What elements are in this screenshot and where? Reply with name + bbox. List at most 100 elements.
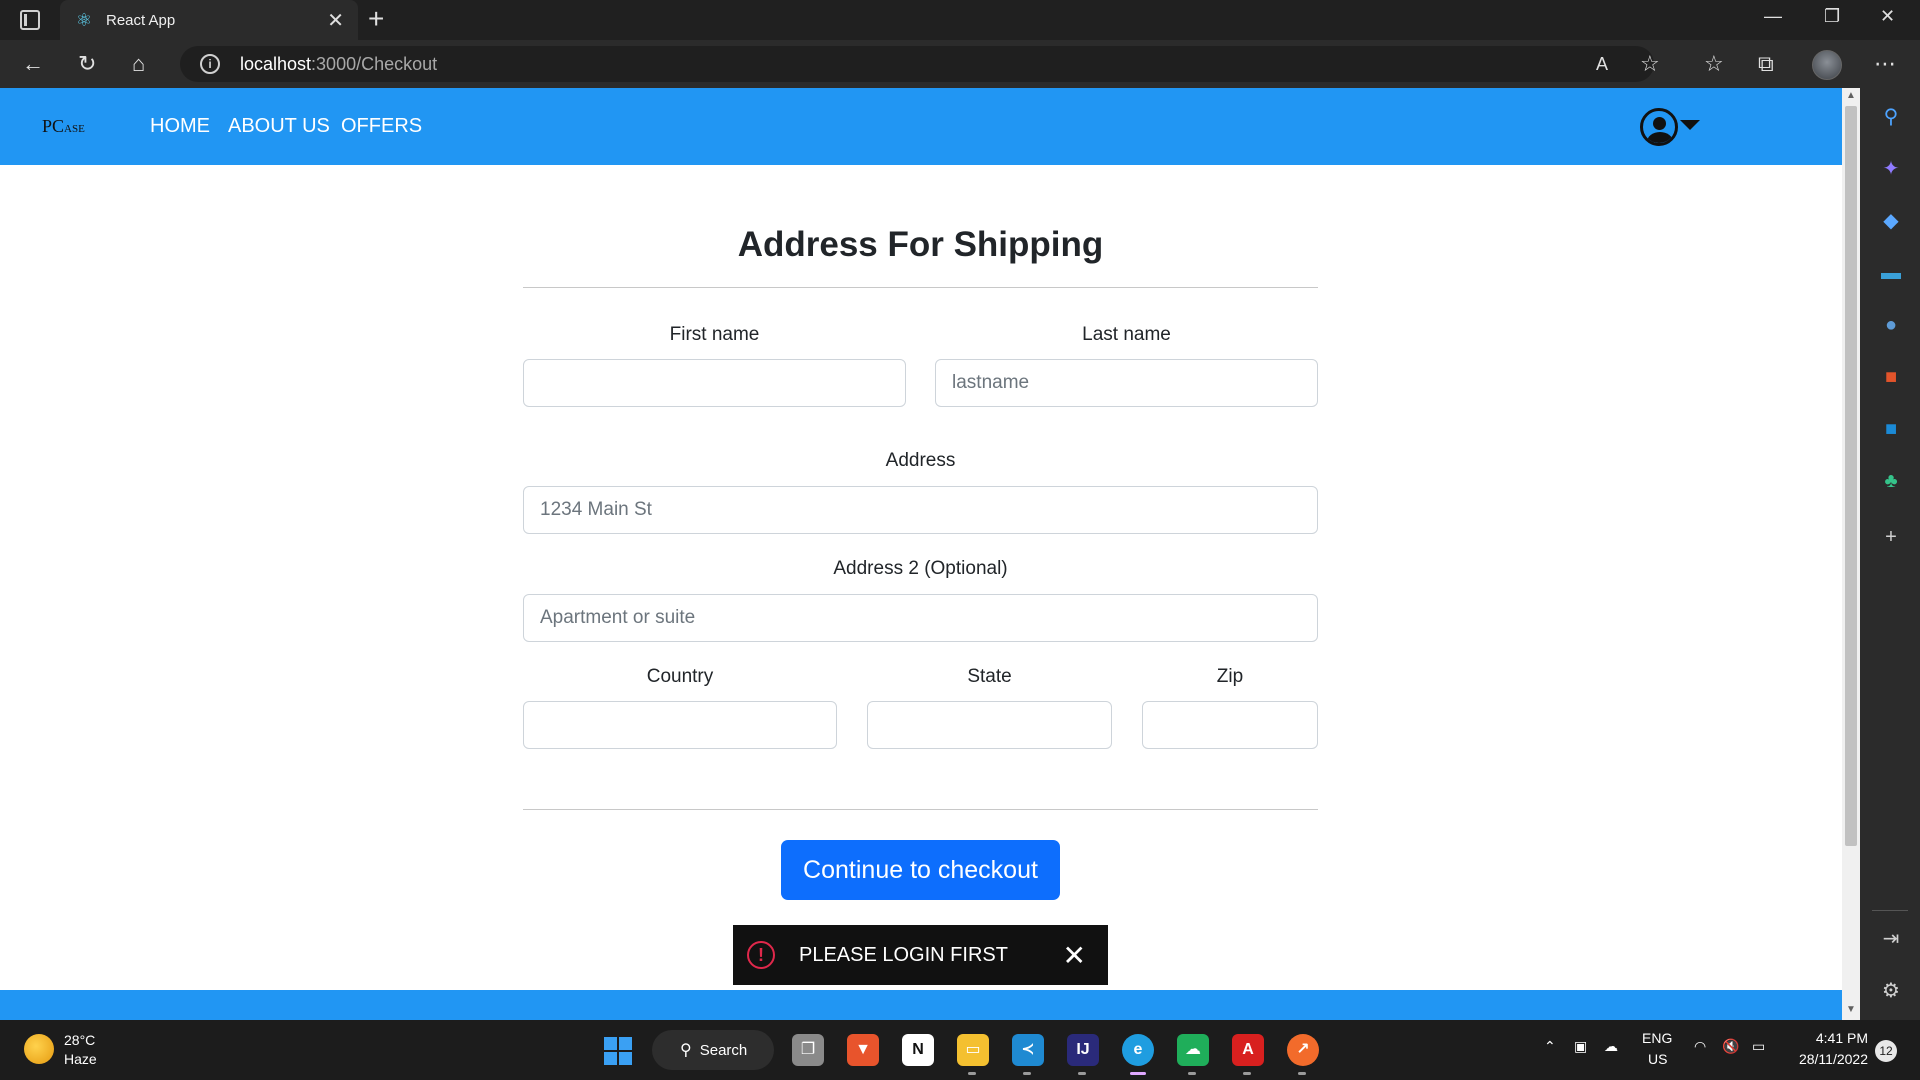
- running-indicator: [1078, 1072, 1086, 1075]
- user-icon: [1640, 108, 1678, 146]
- weather-icon[interactable]: [24, 1034, 54, 1064]
- state-input[interactable]: [867, 701, 1112, 749]
- read-aloud-icon[interactable]: A: [1596, 50, 1608, 78]
- address-bar[interactable]: i localhost:3000/Checkout: [180, 46, 1654, 82]
- scroll-thumb[interactable]: [1845, 106, 1857, 846]
- toast-close-icon[interactable]: ✕: [1063, 939, 1086, 972]
- language-top[interactable]: ENG: [1642, 1030, 1672, 1046]
- tray-overflow-icon[interactable]: ⌃: [1544, 1038, 1556, 1055]
- url-path: :3000/Checkout: [311, 53, 438, 74]
- task-view-icon[interactable]: ❐: [792, 1034, 824, 1066]
- new-tab-icon[interactable]: +: [368, 4, 384, 34]
- more-menu-icon[interactable]: ⋯: [1874, 50, 1896, 78]
- taskbar-search-label: Search: [699, 1041, 748, 1059]
- sidebar-tools-icon[interactable]: ▬: [1880, 262, 1902, 284]
- brand-logo[interactable]: PCASE: [42, 116, 85, 137]
- edge-browser-icon[interactable]: e: [1122, 1034, 1154, 1066]
- battery-icon[interactable]: ▭: [1752, 1038, 1765, 1055]
- nav-offers[interactable]: OFFERS: [341, 115, 422, 138]
- page-footer: [0, 990, 1842, 1020]
- acrobat-icon[interactable]: A: [1232, 1034, 1264, 1066]
- tray-app-icon[interactable]: ▣: [1574, 1038, 1587, 1055]
- refresh-icon[interactable]: ↻: [78, 50, 96, 78]
- url-host: localhost: [240, 53, 312, 74]
- restore-icon[interactable]: ❐: [1824, 6, 1840, 27]
- state-label: State: [967, 666, 1012, 687]
- browser-titlebar: ⚛ React App ✕ + — ❐ ✕: [0, 0, 1920, 40]
- clock-time[interactable]: 4:41 PM: [1780, 1030, 1868, 1046]
- sidebar-copilot-icon[interactable]: ✦: [1880, 158, 1902, 180]
- country-label: Country: [646, 666, 714, 687]
- sidebar-tree-icon[interactable]: ♣: [1880, 470, 1902, 492]
- browser-tab[interactable]: ⚛ React App ✕: [60, 0, 358, 40]
- vscode-icon[interactable]: ≺: [1012, 1034, 1044, 1066]
- weather-desc: Haze: [64, 1051, 97, 1067]
- scroll-down-icon[interactable]: ▼: [1846, 1004, 1856, 1015]
- running-indicator: [1243, 1072, 1251, 1075]
- tab-close-icon[interactable]: ✕: [327, 8, 344, 33]
- intellij-icon[interactable]: IJ: [1067, 1034, 1099, 1066]
- nav-home[interactable]: HOME: [150, 115, 210, 138]
- address-input[interactable]: [523, 486, 1318, 534]
- taskbar-search[interactable]: ⚲ Search: [652, 1030, 774, 1070]
- country-input[interactable]: [523, 701, 837, 749]
- notion-icon[interactable]: N: [902, 1034, 934, 1066]
- toast-message: PLEASE LOGIN FIRST: [799, 943, 1008, 966]
- back-icon[interactable]: ←: [22, 50, 44, 78]
- language-bottom[interactable]: US: [1648, 1051, 1667, 1067]
- sidebar-hide-icon[interactable]: ⇥: [1880, 928, 1902, 950]
- last-name-label: Last name: [1082, 324, 1171, 345]
- greenapp-icon[interactable]: ☁: [1177, 1034, 1209, 1066]
- home-icon[interactable]: ⌂: [132, 50, 145, 78]
- sidebar-outlook-icon[interactable]: ■: [1880, 418, 1902, 440]
- address2-input[interactable]: [523, 594, 1318, 642]
- volume-muted-icon[interactable]: 🔇: [1722, 1038, 1739, 1055]
- running-indicator: [1188, 1072, 1196, 1075]
- sidebar-games-icon[interactable]: ●: [1880, 314, 1902, 336]
- nav-about-us[interactable]: ABOUT US: [228, 115, 330, 138]
- caret-down-icon: [1680, 120, 1700, 130]
- active-indicator: [1130, 1072, 1146, 1075]
- user-menu-dropdown[interactable]: [1640, 108, 1700, 148]
- sidebar-add-icon[interactable]: +: [1880, 526, 1902, 548]
- notification-badge[interactable]: 12: [1875, 1040, 1897, 1062]
- zip-input[interactable]: [1142, 701, 1318, 749]
- form-divider: [523, 809, 1318, 810]
- file-explorer-icon[interactable]: ▭: [957, 1034, 989, 1066]
- tray-weather-icon[interactable]: ☁: [1604, 1038, 1618, 1055]
- minimize-icon[interactable]: —: [1764, 6, 1782, 27]
- clock-date[interactable]: 28/11/2022: [1780, 1051, 1868, 1067]
- form-title: Address For Shipping: [737, 225, 1104, 264]
- sidebar-office-icon[interactable]: ■: [1880, 366, 1902, 388]
- running-indicator: [1023, 1072, 1031, 1075]
- favorites-icon[interactable]: ☆: [1704, 50, 1724, 78]
- postman-icon[interactable]: ↗: [1287, 1034, 1319, 1066]
- profile-avatar[interactable]: [1812, 50, 1842, 80]
- edge-sidebar: ⚲ ✦ ◆ ▬ ● ■ ■ ♣ + ⇥ ⚙: [1860, 88, 1920, 1020]
- wifi-icon[interactable]: ◠: [1694, 1038, 1706, 1055]
- page-viewport: PCASE HOME ABOUT US OFFERS Address For S…: [0, 88, 1842, 1020]
- continue-to-checkout-button[interactable]: Continue to checkout: [781, 840, 1060, 900]
- sidebar-settings-icon[interactable]: ⚙: [1880, 980, 1902, 1002]
- weather-temp: 28°C: [64, 1032, 96, 1048]
- sidebar-search-icon[interactable]: ⚲: [1880, 106, 1902, 128]
- tab-actions-icon[interactable]: [20, 10, 40, 30]
- site-info-icon[interactable]: i: [200, 54, 220, 74]
- login-toast: ! PLEASE LOGIN FIRST ✕: [733, 925, 1108, 985]
- tab-title: React App: [106, 11, 176, 29]
- collections-icon[interactable]: ⧉: [1758, 50, 1774, 78]
- last-name-input[interactable]: [935, 359, 1318, 407]
- sidebar-shopping-icon[interactable]: ◆: [1880, 210, 1902, 232]
- add-favorite-icon[interactable]: ☆: [1640, 50, 1660, 78]
- first-name-input[interactable]: [523, 359, 906, 407]
- running-indicator: [1298, 1072, 1306, 1075]
- address-label: Address: [885, 450, 956, 471]
- site-navbar: PCASE HOME ABOUT US OFFERS: [0, 88, 1842, 165]
- scroll-up-icon[interactable]: ▲: [1846, 90, 1856, 101]
- brave-browser-icon[interactable]: ▼: [847, 1034, 879, 1066]
- close-window-icon[interactable]: ✕: [1880, 6, 1895, 27]
- zip-label: Zip: [1216, 666, 1244, 687]
- title-divider: [523, 287, 1318, 288]
- start-button[interactable]: [604, 1037, 632, 1065]
- page-scrollbar[interactable]: ▲ ▼: [1842, 88, 1860, 1020]
